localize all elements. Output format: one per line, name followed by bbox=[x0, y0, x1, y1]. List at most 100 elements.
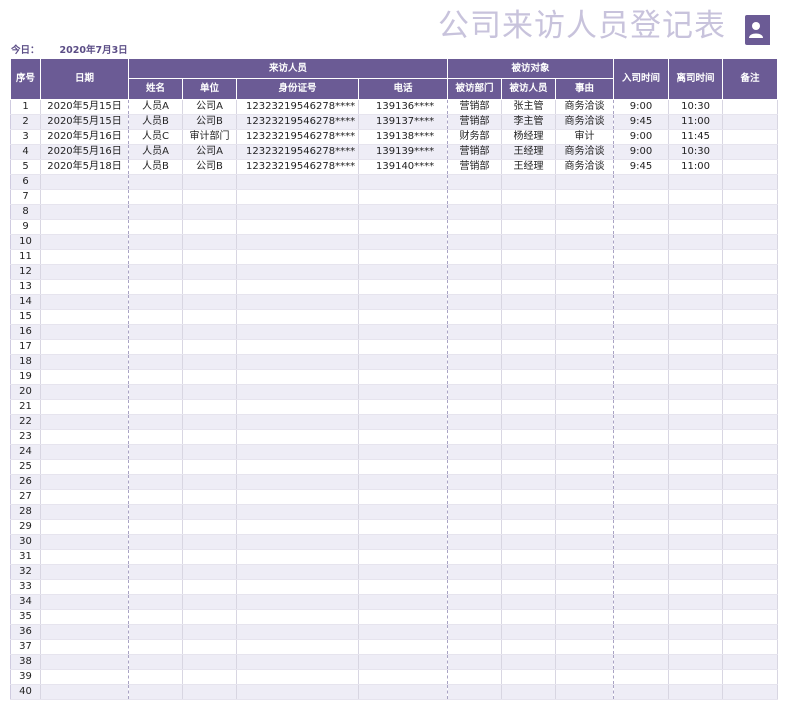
remark-cell[interactable] bbox=[722, 279, 779, 295]
id-cell[interactable] bbox=[236, 534, 359, 550]
time-out-cell[interactable] bbox=[668, 609, 724, 625]
name-cell[interactable] bbox=[128, 354, 183, 370]
person-cell[interactable] bbox=[501, 414, 557, 430]
phone-cell[interactable] bbox=[358, 474, 449, 490]
phone-cell[interactable] bbox=[358, 444, 449, 460]
reason-cell[interactable] bbox=[555, 549, 615, 565]
date-cell[interactable]: 2020年5月18日 bbox=[40, 159, 129, 175]
remark-cell[interactable] bbox=[722, 204, 779, 220]
name-cell[interactable] bbox=[128, 639, 183, 655]
time-in-cell[interactable] bbox=[613, 324, 670, 340]
name-cell[interactable] bbox=[128, 399, 183, 415]
name-cell[interactable] bbox=[128, 504, 183, 520]
unit-cell[interactable] bbox=[182, 684, 237, 700]
time-out-cell[interactable] bbox=[668, 189, 724, 205]
reason-cell[interactable] bbox=[555, 174, 615, 190]
name-cell[interactable] bbox=[128, 654, 183, 670]
time-in-cell[interactable] bbox=[613, 279, 670, 295]
phone-cell[interactable] bbox=[358, 609, 449, 625]
seq-cell[interactable]: 11 bbox=[10, 249, 41, 265]
unit-cell[interactable] bbox=[182, 234, 237, 250]
remark-cell[interactable] bbox=[722, 159, 779, 175]
phone-cell[interactable] bbox=[358, 519, 449, 535]
id-cell[interactable] bbox=[236, 519, 359, 535]
phone-cell[interactable] bbox=[358, 579, 449, 595]
time-in-cell[interactable] bbox=[613, 579, 670, 595]
time-out-cell[interactable] bbox=[668, 579, 724, 595]
name-cell[interactable] bbox=[128, 459, 183, 475]
id-cell[interactable] bbox=[236, 354, 359, 370]
remark-cell[interactable] bbox=[722, 399, 779, 415]
person-cell[interactable] bbox=[501, 219, 557, 235]
time-in-cell[interactable] bbox=[613, 504, 670, 520]
seq-cell[interactable]: 26 bbox=[10, 474, 41, 490]
phone-cell[interactable] bbox=[358, 369, 449, 385]
id-cell[interactable] bbox=[236, 639, 359, 655]
time-out-cell[interactable] bbox=[668, 324, 724, 340]
phone-cell[interactable] bbox=[358, 594, 449, 610]
phone-cell[interactable] bbox=[358, 489, 449, 505]
seq-cell[interactable]: 29 bbox=[10, 519, 41, 535]
seq-cell[interactable]: 20 bbox=[10, 384, 41, 400]
phone-cell[interactable]: 139139**** bbox=[358, 144, 449, 160]
time-out-cell[interactable] bbox=[668, 384, 724, 400]
date-cell[interactable] bbox=[40, 594, 129, 610]
id-cell[interactable] bbox=[236, 594, 359, 610]
person-cell[interactable] bbox=[501, 369, 557, 385]
time-in-cell[interactable] bbox=[613, 399, 670, 415]
reason-cell[interactable]: 商务洽谈 bbox=[555, 159, 615, 175]
reason-cell[interactable] bbox=[555, 474, 615, 490]
seq-cell[interactable]: 5 bbox=[10, 159, 41, 175]
time-out-cell[interactable] bbox=[668, 549, 724, 565]
dept-cell[interactable]: 营销部 bbox=[447, 99, 503, 115]
name-cell[interactable] bbox=[128, 669, 183, 685]
date-cell[interactable]: 2020年5月16日 bbox=[40, 129, 129, 145]
id-cell[interactable] bbox=[236, 339, 359, 355]
dept-cell[interactable] bbox=[447, 234, 503, 250]
id-cell[interactable] bbox=[236, 414, 359, 430]
date-cell[interactable] bbox=[40, 429, 129, 445]
name-cell[interactable] bbox=[128, 549, 183, 565]
person-cell[interactable] bbox=[501, 639, 557, 655]
seq-cell[interactable]: 8 bbox=[10, 204, 41, 220]
reason-cell[interactable] bbox=[555, 324, 615, 340]
phone-cell[interactable] bbox=[358, 264, 449, 280]
unit-cell[interactable] bbox=[182, 384, 237, 400]
unit-cell[interactable] bbox=[182, 549, 237, 565]
time-out-cell[interactable] bbox=[668, 474, 724, 490]
time-out-cell[interactable]: 11:00 bbox=[668, 159, 724, 175]
dept-cell[interactable] bbox=[447, 594, 503, 610]
person-cell[interactable] bbox=[501, 279, 557, 295]
dept-cell[interactable] bbox=[447, 579, 503, 595]
seq-cell[interactable]: 7 bbox=[10, 189, 41, 205]
name-cell[interactable] bbox=[128, 384, 183, 400]
dept-cell[interactable] bbox=[447, 204, 503, 220]
name-cell[interactable] bbox=[128, 489, 183, 505]
phone-cell[interactable]: 139138**** bbox=[358, 129, 449, 145]
time-in-cell[interactable] bbox=[613, 414, 670, 430]
dept-cell[interactable] bbox=[447, 219, 503, 235]
name-cell[interactable] bbox=[128, 594, 183, 610]
phone-cell[interactable] bbox=[358, 504, 449, 520]
dept-cell[interactable] bbox=[447, 369, 503, 385]
dept-cell[interactable]: 营销部 bbox=[447, 114, 503, 130]
phone-cell[interactable]: 139140**** bbox=[358, 159, 449, 175]
dept-cell[interactable] bbox=[447, 504, 503, 520]
date-cell[interactable] bbox=[40, 339, 129, 355]
person-cell[interactable] bbox=[501, 519, 557, 535]
remark-cell[interactable] bbox=[722, 579, 779, 595]
seq-cell[interactable]: 25 bbox=[10, 459, 41, 475]
reason-cell[interactable] bbox=[555, 684, 615, 700]
dept-cell[interactable] bbox=[447, 684, 503, 700]
remark-cell[interactable] bbox=[722, 519, 779, 535]
time-in-cell[interactable]: 9:45 bbox=[613, 114, 670, 130]
date-cell[interactable] bbox=[40, 309, 129, 325]
unit-cell[interactable] bbox=[182, 369, 237, 385]
seq-cell[interactable]: 13 bbox=[10, 279, 41, 295]
reason-cell[interactable] bbox=[555, 564, 615, 580]
time-in-cell[interactable] bbox=[613, 549, 670, 565]
remark-cell[interactable] bbox=[722, 234, 779, 250]
id-cell[interactable] bbox=[236, 219, 359, 235]
date-cell[interactable] bbox=[40, 369, 129, 385]
reason-cell[interactable] bbox=[555, 429, 615, 445]
